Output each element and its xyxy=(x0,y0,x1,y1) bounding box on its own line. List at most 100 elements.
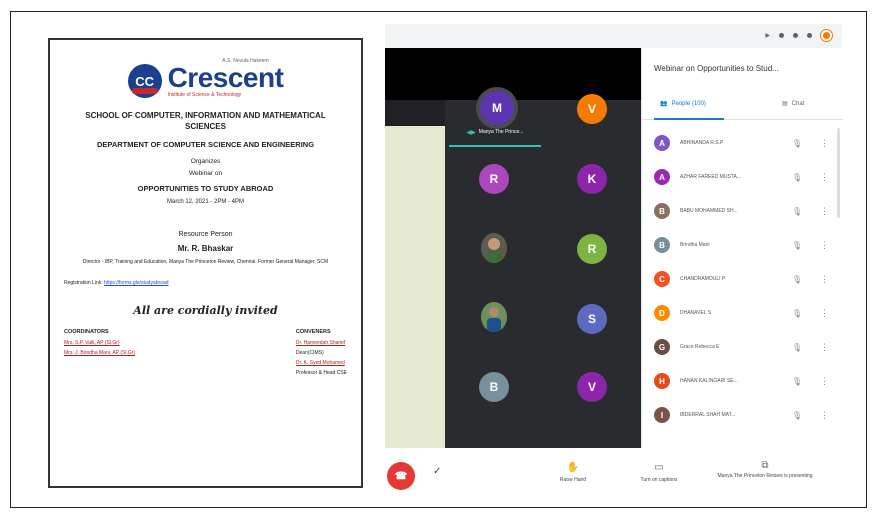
profile-avatar[interactable] xyxy=(821,30,832,41)
avatar: B xyxy=(654,237,670,253)
school-name: SCHOOL OF COMPUTER, INFORMATION AND MATH… xyxy=(85,111,326,131)
tile-initial: M xyxy=(492,101,502,115)
registration-line: Registration Link: https://forms.gle/stu… xyxy=(64,280,347,286)
mic-muted-icon[interactable]: 🎙︎ xyxy=(792,309,802,318)
more-options-icon[interactable]: ⋮ xyxy=(820,376,829,387)
mic-muted-icon[interactable]: 🎙︎ xyxy=(792,139,802,148)
more-options-icon[interactable]: ⋮ xyxy=(820,410,829,421)
presentation-top xyxy=(385,48,641,100)
more-options-icon[interactable]: ⋮ xyxy=(820,240,829,251)
presenting-indicator[interactable]: ⧉ Manya The Princeton Review is presenti… xyxy=(705,461,825,480)
webinar-date: March 12, 2021 - 2PM - 4PM xyxy=(166,199,245,205)
participant-row[interactable]: A ABHINANDA R.S.P 🎙︎ ⋮ xyxy=(642,126,843,160)
convenor-2: Dr. K. Syed Mohamed xyxy=(295,360,345,366)
avatar: A xyxy=(654,169,670,185)
participant-tile[interactable]: S xyxy=(577,304,607,334)
participant-row[interactable]: I IBDERRAL SHAH MAT... 🎙︎ ⋮ xyxy=(642,398,843,432)
avatar: G xyxy=(654,339,670,355)
more-options-icon[interactable]: ⋮ xyxy=(820,138,829,149)
participant-row[interactable]: B Brindha Mani 🎙︎ ⋮ xyxy=(642,228,843,262)
check-icon[interactable]: ✓ xyxy=(433,466,441,477)
tile-initial: V xyxy=(587,380,596,394)
participant-tile-presenter[interactable]: M xyxy=(480,91,514,125)
more-options-icon[interactable]: ⋮ xyxy=(820,274,829,285)
avatar: A xyxy=(654,135,670,151)
organizes-text: Organizes xyxy=(190,158,221,165)
captions-label: Turn on captions xyxy=(640,477,678,483)
tile-initial: R xyxy=(587,242,597,256)
participant-name: ABHINANDA R.S.P xyxy=(680,140,724,146)
participant-row[interactable]: G Grace Rebecca E 🎙︎ ⋮ xyxy=(642,330,843,364)
registration-label: Registration Link: xyxy=(64,280,103,286)
tab-chat-label: Chat xyxy=(791,100,805,107)
participant-row[interactable]: C CHANDRAMOULI P 🎙︎ ⋮ xyxy=(642,262,843,296)
participant-row[interactable]: D DHANAVEL S 🎙︎ ⋮ xyxy=(642,296,843,330)
participant-list: A ABHINANDA R.S.P 🎙︎ ⋮ A AZHAR FAREED MUSTA..… xyxy=(642,126,843,432)
captions-button[interactable]: ▭ Turn on captions xyxy=(629,462,689,483)
more-options-icon[interactable]: ⋮ xyxy=(820,172,829,183)
menu-icon[interactable] xyxy=(807,33,812,38)
panel-tabs: 👥 People (100) ▤ Chat xyxy=(642,92,843,120)
coordinator-2: Mrs. J. Brindha Mani, AP (Sl.Gr) xyxy=(64,350,136,356)
shared-screen-preview xyxy=(385,126,445,452)
presenting-icon: ◀▶ xyxy=(466,129,476,136)
participant-photo[interactable] xyxy=(481,233,507,263)
avatar: H xyxy=(654,373,670,389)
person-photo-icon xyxy=(481,302,507,332)
participant-name: AZHAR FAREED MUSTA... xyxy=(680,174,742,180)
panel-scrollbar[interactable] xyxy=(837,128,840,218)
bookmark-icon[interactable] xyxy=(779,33,784,38)
extension-icon[interactable] xyxy=(793,33,798,38)
tile-initial: V xyxy=(587,102,596,116)
participant-row[interactable]: H HANAN KALINGARI SE... 🎙︎ ⋮ xyxy=(642,364,843,398)
more-options-icon[interactable]: ⋮ xyxy=(820,308,829,319)
participant-tile[interactable]: V xyxy=(577,372,607,402)
mic-muted-icon[interactable]: 🎙︎ xyxy=(792,173,802,182)
participant-tile[interactable]: B xyxy=(479,372,509,402)
registration-link[interactable]: https://forms.gle/studyabroad xyxy=(104,280,168,286)
participant-row[interactable]: B BABU MOHAMMED SH... 🎙︎ ⋮ xyxy=(642,194,843,228)
mic-muted-icon[interactable]: 🎙︎ xyxy=(792,377,802,386)
active-tab-indicator xyxy=(654,118,724,120)
chat-icon: ▤ xyxy=(782,101,788,107)
participant-tile[interactable]: R xyxy=(479,164,509,194)
convenor-1-role: Dean(CIMS) xyxy=(295,350,324,356)
convenor-1: Dr. Hameedah Sharief xyxy=(295,340,346,346)
participant-tile[interactable]: V xyxy=(577,94,607,124)
captions-icon: ▭ xyxy=(654,462,664,473)
participant-photo[interactable] xyxy=(481,302,507,332)
tab-chat[interactable]: ▤ Chat xyxy=(782,100,805,108)
avatar: D xyxy=(654,305,670,321)
organizers-section: COORDINATORS Mrs. S.P. Valli, AP (Sl.Gr)… xyxy=(64,329,347,380)
meet-window: ▶ M ◀▶ Manya The Prince... V R K R S B V… xyxy=(385,24,843,504)
participant-name: Grace Rebecca E xyxy=(680,344,720,350)
mic-muted-icon[interactable]: 🎙︎ xyxy=(792,207,802,216)
coordinator-1: Mrs. S.P. Valli, AP (Sl.Gr) xyxy=(64,340,120,346)
presenter-label: ◀▶ Manya The Prince... xyxy=(445,122,545,142)
mic-muted-icon[interactable]: 🎙︎ xyxy=(792,241,802,250)
mic-muted-icon[interactable]: 🎙︎ xyxy=(792,411,802,420)
participant-tile[interactable]: R xyxy=(577,234,607,264)
more-options-icon[interactable]: ⋮ xyxy=(820,206,829,217)
browser-toolbar: ▶ xyxy=(385,24,842,48)
mic-muted-icon[interactable]: 🎙︎ xyxy=(792,275,802,284)
crescent-logo: CC Crescent Institute of Science & Techn… xyxy=(64,64,347,98)
leave-call-button[interactable]: ☎ xyxy=(387,462,415,490)
avatar: I xyxy=(654,407,670,423)
participant-name: BABU MOHAMMED SH... xyxy=(680,208,738,214)
coordinators-label: COORDINATORS xyxy=(64,329,109,335)
tab-people[interactable]: 👥 People (100) xyxy=(660,100,706,108)
presenting-label: Manya The Princeton Review is presenting xyxy=(717,473,813,479)
mic-muted-icon[interactable]: 🎙︎ xyxy=(792,343,802,352)
raise-hand-button[interactable]: ✋ Raise Hand xyxy=(543,462,603,483)
avatar: B xyxy=(654,203,670,219)
participant-row[interactable]: A AZHAR FAREED MUSTA... 🎙︎ ⋮ xyxy=(642,160,843,194)
tile-initial: B xyxy=(489,380,499,394)
tile-initial: R xyxy=(489,172,499,186)
participant-tile[interactable]: K xyxy=(577,164,607,194)
participant-name: DHANAVEL S xyxy=(680,310,712,316)
logo-name: Crescent xyxy=(167,62,284,93)
more-options-icon[interactable]: ⋮ xyxy=(820,342,829,353)
presenter-name: Manya The Prince... xyxy=(478,129,524,135)
cast-icon[interactable]: ▶ xyxy=(765,32,770,39)
